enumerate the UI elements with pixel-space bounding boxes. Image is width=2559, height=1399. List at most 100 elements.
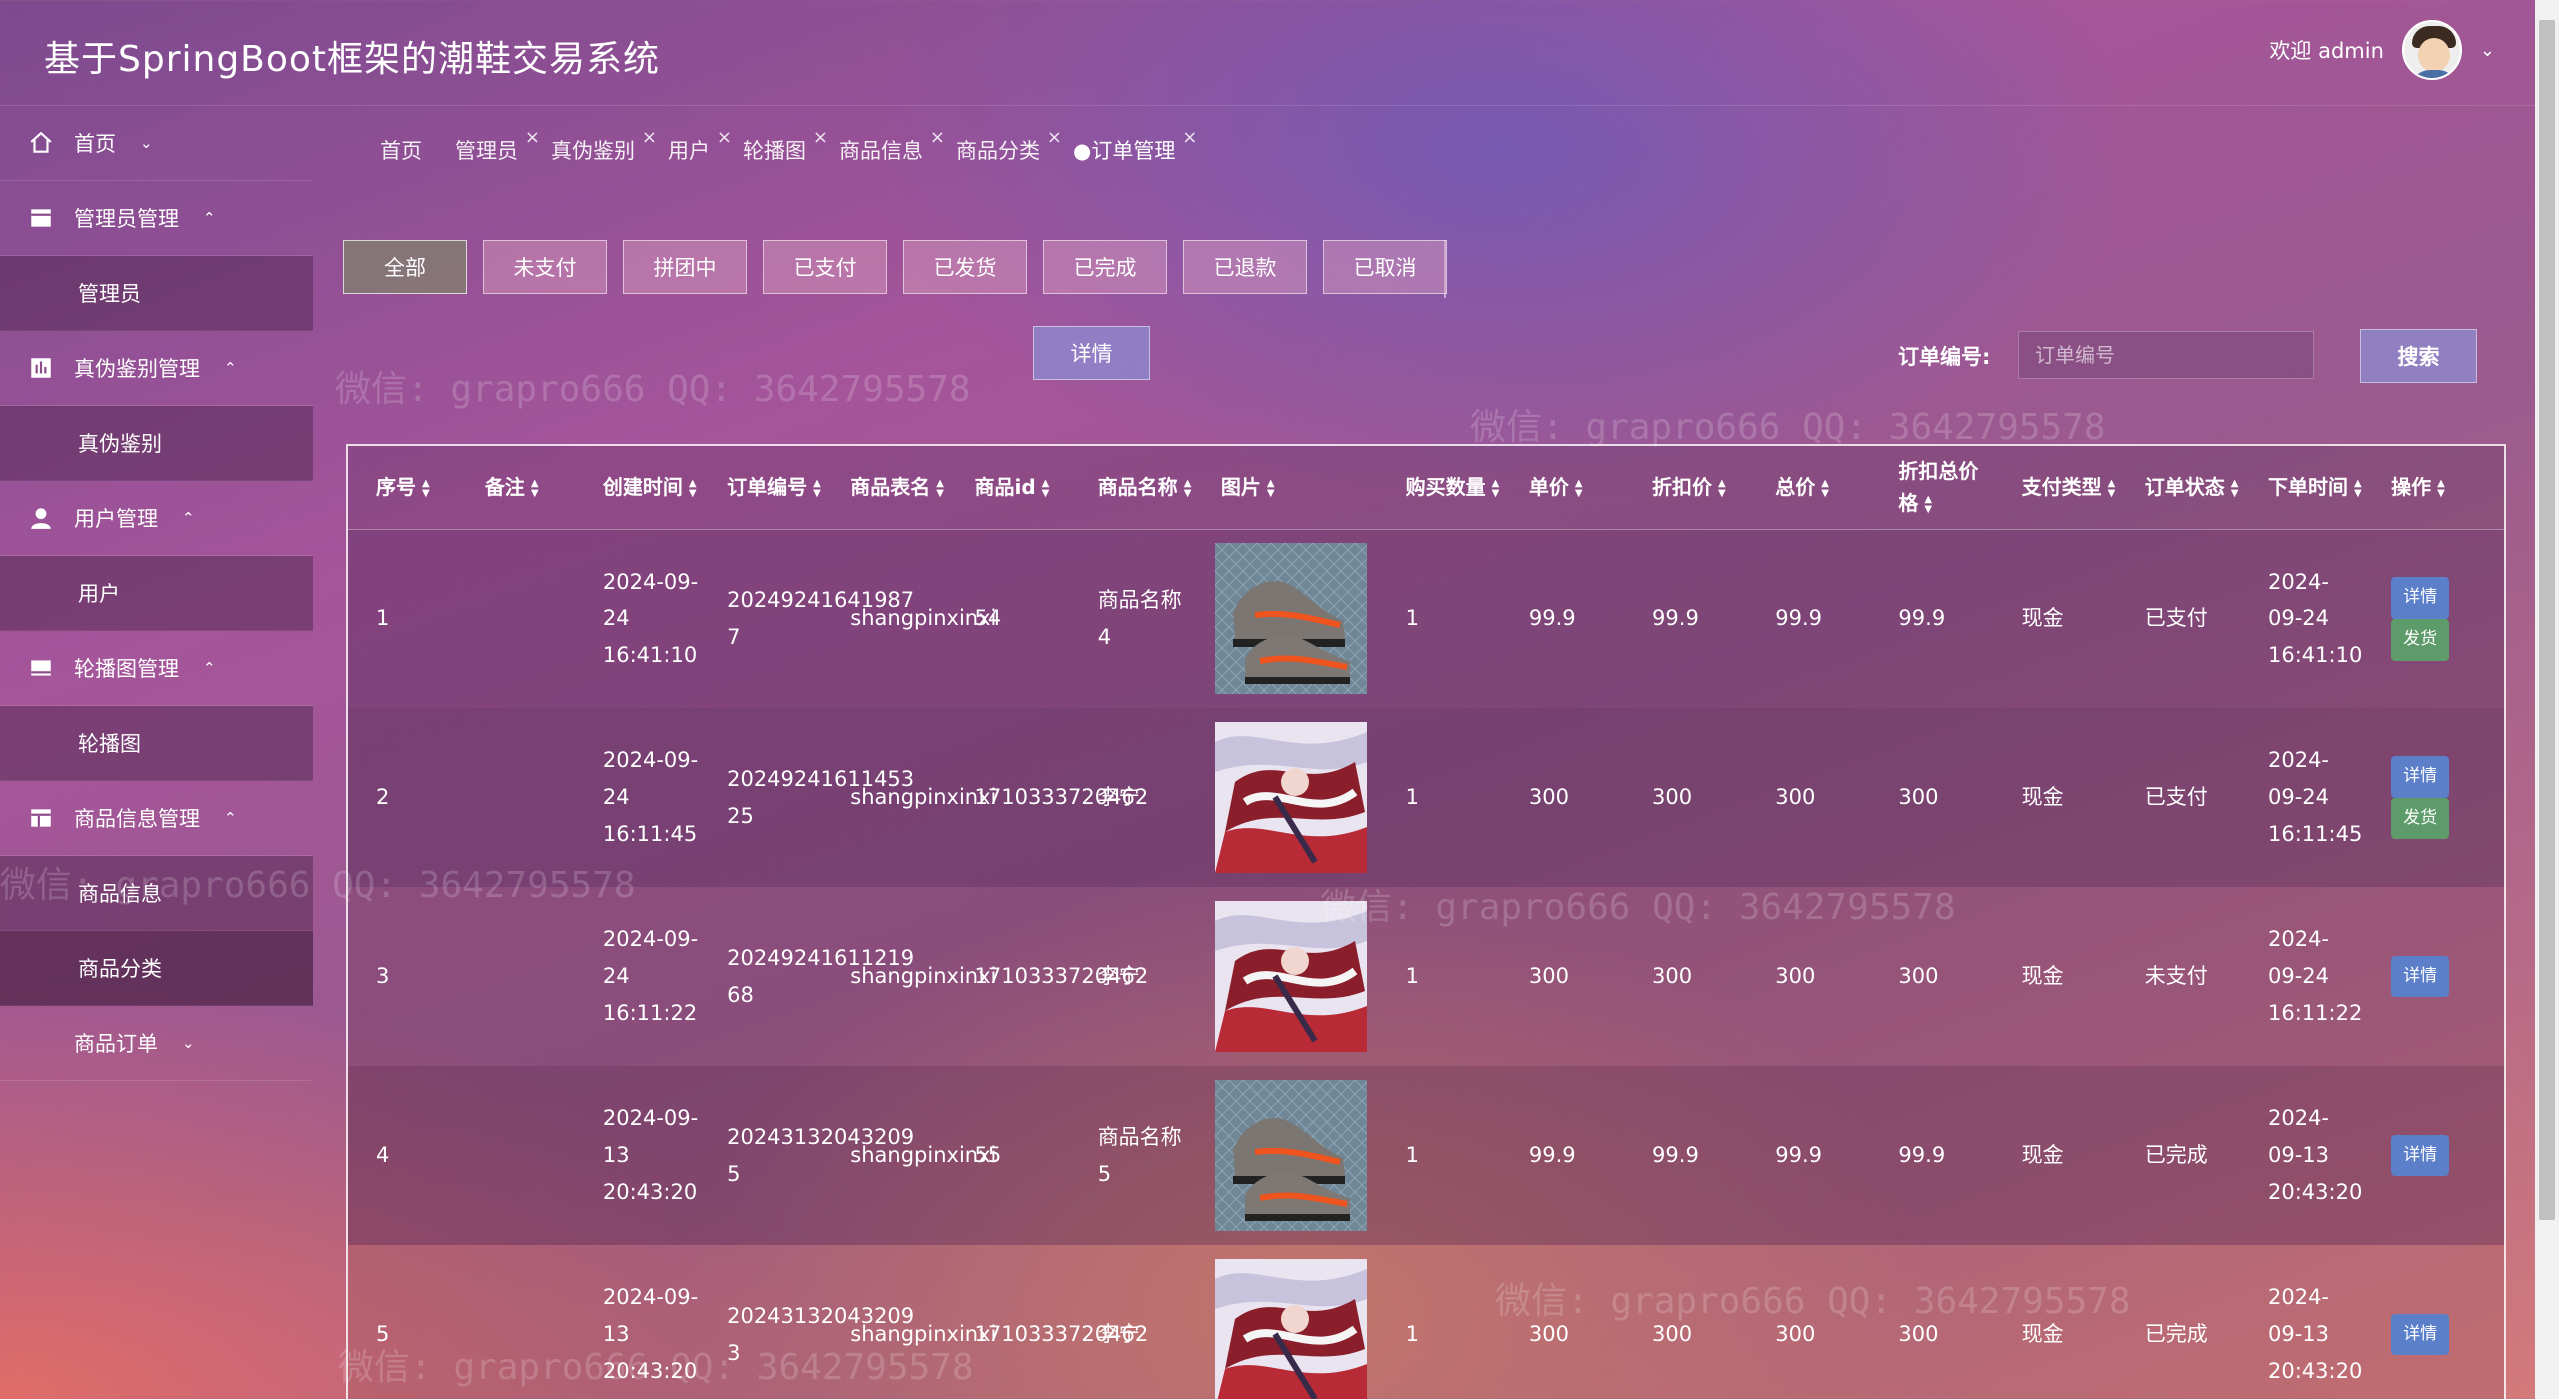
tab[interactable]: 轮播图 × [743, 127, 828, 165]
tab[interactable]: 管理员 × [455, 127, 540, 165]
sort-icon[interactable]: ▲ ▼ [2231, 478, 2239, 499]
chevron-down-icon[interactable]: ⌄ [2480, 40, 2495, 61]
sort-icon[interactable]: ▲ ▼ [1575, 478, 1583, 499]
tab[interactable]: 用户 × [668, 127, 732, 165]
avatar[interactable] [2401, 20, 2462, 80]
sidebar-group-9[interactable]: 商品信息管理 ⌃ [0, 781, 313, 856]
ship-button[interactable]: 发货 [2391, 618, 2450, 661]
column-header[interactable]: 图片 ▲ ▼ [1192, 446, 1378, 530]
tab[interactable]: ●订单管理 × [1073, 127, 1197, 165]
sort-icon[interactable]: ▲ ▼ [813, 478, 821, 499]
cell-status: 已完成 [2144, 1143, 2208, 1168]
row-detail-button[interactable]: 详情 [2391, 1313, 2450, 1356]
column-header[interactable]: 购买数量 ▲ ▼ [1377, 446, 1501, 530]
page-scrollbar[interactable] [2535, 0, 2559, 1399]
close-icon[interactable]: × [642, 127, 657, 148]
row-detail-button[interactable]: 详情 [2391, 955, 2450, 998]
product-image[interactable] [1214, 722, 1378, 873]
sort-icon[interactable]: ▲ ▼ [2437, 478, 2445, 499]
close-icon[interactable]: × [813, 127, 828, 148]
status-filter-button[interactable]: 已支付 [763, 240, 887, 294]
search-button[interactable]: 搜索 [2360, 329, 2477, 383]
status-filter-button[interactable]: 已完成 [1043, 240, 1167, 294]
sort-icon[interactable]: ▲ ▼ [1924, 494, 1932, 515]
sidebar-subitem[interactable]: 商品信息 [0, 856, 313, 931]
tab[interactable]: 首页 [380, 135, 422, 165]
sidebar-subitem[interactable]: 轮播图 [0, 706, 313, 781]
column-header[interactable]: 备注 ▲ ▼ [456, 446, 575, 530]
table-row[interactable]: 2 2024-09-24 16:11:45 20249241611453 25 sha… [348, 708, 2504, 887]
column-header[interactable]: 单价 ▲ ▼ [1500, 446, 1625, 530]
sidebar-group-12[interactable]: 商品订单 ⌄ [0, 1006, 313, 1081]
column-header[interactable]: 总价 ▲ ▼ [1747, 446, 1871, 530]
sort-icon[interactable]: ▲ ▼ [531, 478, 539, 499]
sort-icon[interactable]: ▲ ▼ [1718, 478, 1726, 499]
tab[interactable]: 商品分类 × [956, 127, 1062, 165]
tab-label: 首页 [380, 139, 422, 163]
close-icon[interactable]: × [1182, 127, 1197, 148]
column-header[interactable]: 商品id ▲ ▼ [946, 446, 1070, 530]
sidebar-subitem[interactable]: 管理员 [0, 256, 313, 331]
close-icon[interactable]: × [1047, 127, 1062, 148]
close-icon[interactable]: × [930, 127, 945, 148]
sort-icon[interactable]: ▲ ▼ [1184, 478, 1192, 499]
sidebar-group-0[interactable]: 首页 ⌄ [0, 106, 313, 181]
column-header[interactable]: 支付类型 ▲ ▼ [1993, 446, 2117, 530]
sort-icon[interactable]: ▲ ▼ [1267, 478, 1275, 499]
status-filter-button[interactable]: 拼团中 [623, 240, 747, 294]
column-header[interactable]: 折扣总价格 ▲ ▼ [1870, 446, 1994, 530]
sort-icon[interactable]: ▲ ▼ [422, 478, 430, 499]
product-image[interactable] [1214, 901, 1378, 1052]
order-number-search-input[interactable] [2018, 331, 2314, 379]
sort-icon[interactable]: ▲ ▼ [2108, 478, 2116, 499]
sort-icon[interactable]: ▲ ▼ [1492, 478, 1500, 499]
status-filter-button[interactable]: 全部 [343, 240, 467, 294]
cell-no: 5 [376, 1322, 390, 1347]
sidebar-group-7[interactable]: 轮播图管理 ⌃ [0, 631, 313, 706]
status-filter-button[interactable]: 未支付 [483, 240, 607, 294]
table-row[interactable]: 3 2024-09-24 16:11:22 20249241611219 68 sha… [348, 887, 2504, 1066]
user-area[interactable]: 欢迎 admin ⌄ [2269, 20, 2495, 80]
detail-button[interactable]: 详情 [1033, 326, 1150, 380]
sort-icon[interactable]: ▲ ▼ [1821, 478, 1829, 499]
product-image[interactable] [1214, 1259, 1378, 1399]
column-header[interactable]: 序号 ▲ ▼ [348, 446, 457, 530]
sort-icon[interactable]: ▲ ▼ [2354, 478, 2362, 499]
sort-icon[interactable]: ▲ ▼ [689, 478, 697, 499]
close-icon[interactable]: × [717, 127, 732, 148]
sidebar-group-1[interactable]: 管理员管理 ⌃ [0, 181, 313, 256]
sidebar-group-3[interactable]: 真伪鉴别管理 ⌃ [0, 331, 313, 406]
status-filter-button[interactable]: 已发货 [903, 240, 1027, 294]
ship-button[interactable]: 发货 [2391, 797, 2450, 840]
table-row[interactable]: 4 2024-09-13 20:43:20 20243132043209 5 shan… [348, 1066, 2504, 1245]
column-header[interactable]: 折扣价 ▲ ▼ [1624, 446, 1748, 530]
sort-icon[interactable]: ▲ ▼ [1042, 478, 1050, 499]
status-filter-button[interactable]: 已退款 [1183, 240, 1307, 294]
tab[interactable]: 真伪鉴别 × [551, 127, 657, 165]
sidebar-subitem[interactable]: 真伪鉴别 [0, 406, 313, 481]
column-header[interactable]: 创建时间 ▲ ▼ [574, 446, 700, 530]
column-header[interactable]: 商品表名 ▲ ▼ [822, 446, 947, 530]
row-detail-button[interactable]: 详情 [2391, 1134, 2450, 1177]
product-image[interactable] [1214, 543, 1378, 695]
column-header[interactable]: 订单编号 ▲ ▼ [699, 446, 823, 530]
tab[interactable]: 商品信息 × [839, 127, 945, 165]
column-header[interactable]: 订单状态 ▲ ▼ [2116, 446, 2240, 530]
table-row[interactable]: 1 2024-09-24 16:41:10 20249241641987 7 shan… [348, 529, 2504, 708]
row-detail-button[interactable]: 详情 [2391, 755, 2450, 798]
column-header[interactable]: 下单时间 ▲ ▼ [2239, 446, 2364, 530]
column-header[interactable]: 商品名称 ▲ ▼ [1069, 446, 1193, 530]
table-row[interactable]: 5 2024-09-13 20:43:20 20243132043209 3 shan… [348, 1245, 2504, 1399]
sidebar-group-5[interactable]: 用户管理 ⌃ [0, 481, 313, 556]
row-detail-button[interactable]: 详情 [2391, 577, 2450, 619]
sidebar-group-label: 首页 [74, 132, 116, 156]
sort-icon[interactable]: ▲ ▼ [936, 478, 944, 499]
column-header-label: 支付类型 [2021, 475, 2102, 500]
sidebar-subitem[interactable]: 用户 [0, 556, 313, 631]
status-filter-button[interactable]: 已取消 [1323, 240, 1447, 294]
sidebar-subitem[interactable]: 商品分类 [0, 931, 313, 1006]
column-header[interactable]: 操作 ▲ ▼ [2363, 446, 2504, 530]
product-image[interactable] [1214, 1080, 1378, 1231]
close-icon[interactable]: × [525, 127, 540, 148]
scrollbar-thumb[interactable] [2539, 20, 2555, 1220]
